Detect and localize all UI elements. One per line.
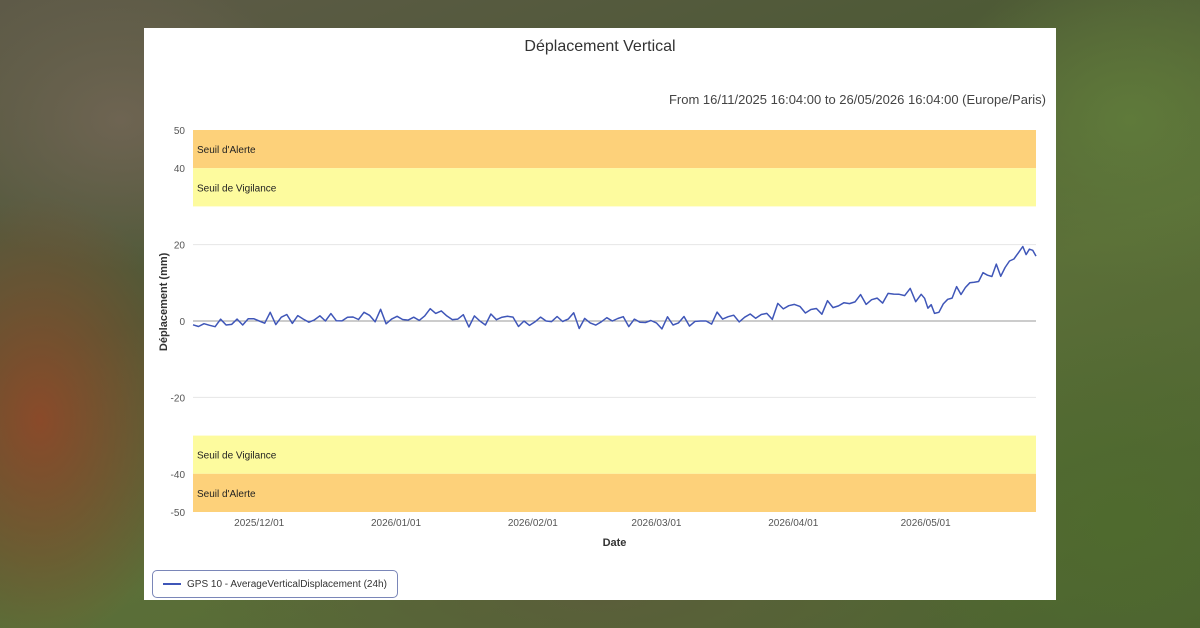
- threshold-band-label: Seuil de Vigilance: [197, 183, 277, 194]
- y-tick-label: 40: [174, 164, 186, 175]
- threshold-band: [193, 168, 1036, 207]
- x-tick-label: 2026/01/01: [371, 518, 421, 529]
- series-layer: [192, 245, 1037, 330]
- threshold-band-label: Seuil de Vigilance: [197, 451, 277, 462]
- y-tick-label: -40: [171, 470, 186, 481]
- chart-legend[interactable]: GPS 10 - AverageVerticalDisplacement (24…: [152, 570, 398, 598]
- x-tick-label: 2026/03/01: [631, 518, 681, 529]
- threshold-band: [193, 435, 1036, 474]
- grid-lines: [193, 244, 1036, 398]
- y-tick-label: -50: [171, 508, 186, 519]
- y-axis-label: Déplacement (mm): [158, 252, 170, 351]
- y-tick-label: 50: [174, 126, 186, 137]
- y-axis-ticks: 50 40 20 0 -20 -40 -50: [171, 126, 186, 519]
- chart-card: Déplacement Vertical From 16/11/2025 16:…: [144, 28, 1056, 600]
- threshold-band: [193, 473, 1036, 512]
- chart-plot-area: Seuil d'Alerte Seuil de Vigilance Seuil de…: [158, 126, 1037, 549]
- legend-label: GPS 10 - AverageVerticalDisplacement (24…: [187, 578, 387, 590]
- y-tick-label: 20: [174, 241, 186, 252]
- x-axis-label: Date: [603, 537, 627, 549]
- x-tick-label: 2026/02/01: [508, 518, 558, 529]
- x-tick-label: 2026/05/01: [901, 518, 951, 529]
- y-tick-label: 0: [179, 317, 185, 328]
- legend-swatch: [163, 583, 181, 585]
- threshold-band-label: Seuil d'Alerte: [197, 145, 256, 156]
- threshold-band: [193, 130, 1036, 169]
- x-tick-label: 2026/04/01: [768, 518, 818, 529]
- x-tick-label: 2025/12/01: [234, 518, 284, 529]
- threshold-band-label: Seuil d'Alerte: [197, 489, 256, 500]
- x-axis-ticks: 2025/12/01 2026/01/01 2026/02/01 2026/03/01…: [234, 518, 951, 529]
- y-tick-label: -20: [171, 393, 186, 404]
- series-line: [192, 245, 1037, 330]
